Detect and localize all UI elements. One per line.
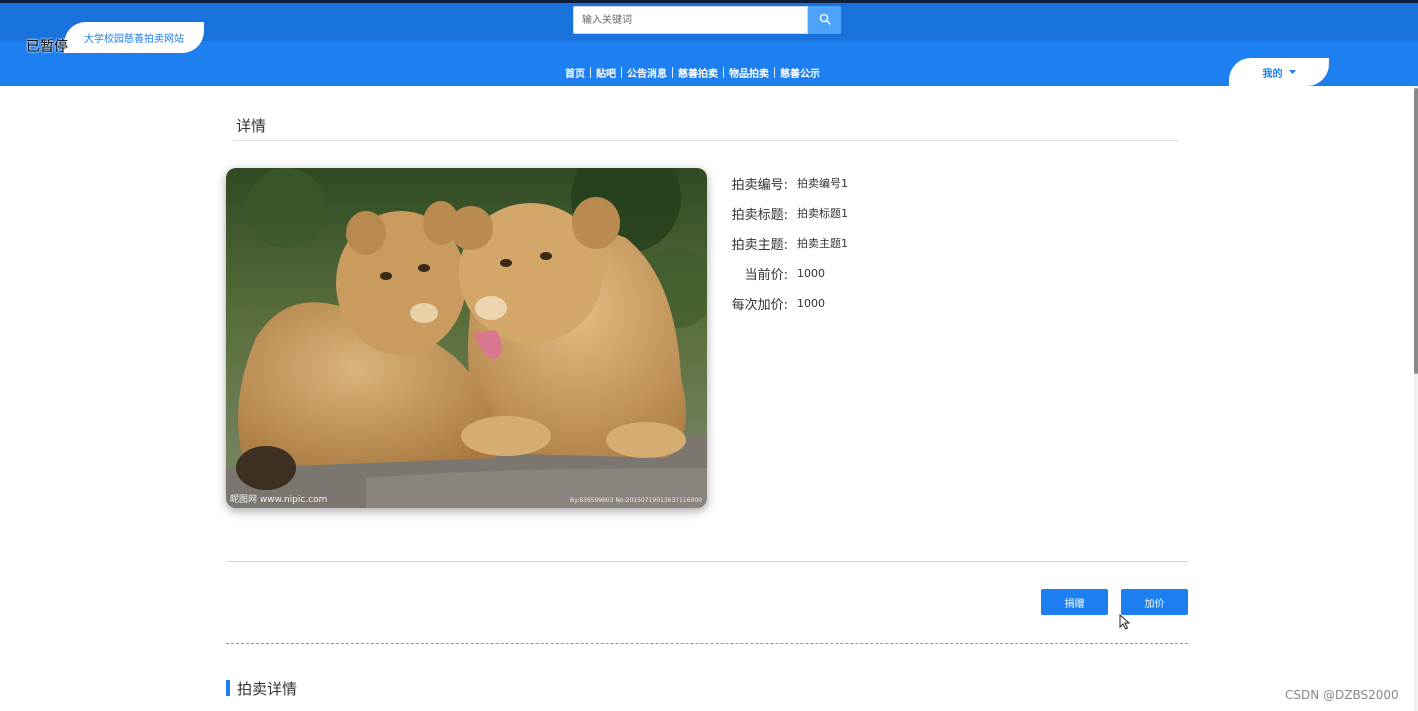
image-watermark-right: By:836599603 No:20150719013637116000 bbox=[569, 497, 702, 504]
nav-separator bbox=[590, 66, 591, 78]
paused-overlay-label: 已暂停 bbox=[26, 39, 68, 55]
info-row-auction-theme: 拍卖主题: 拍卖主题1 bbox=[720, 228, 848, 258]
auction-item-image: 昵图网 www.nipic.com By:836599603 No:201507… bbox=[226, 168, 707, 508]
section-divider bbox=[233, 140, 1179, 141]
info-value: 1000 bbox=[797, 266, 825, 280]
search-bar bbox=[573, 6, 841, 34]
page-scrollbar-thumb[interactable] bbox=[1414, 88, 1418, 374]
nav-item-forum[interactable]: 贴吧 bbox=[591, 65, 621, 80]
nav-item-announcements[interactable]: 公告消息 bbox=[622, 65, 672, 80]
site-name: 大学校园慈善拍卖网站 bbox=[84, 34, 184, 45]
subsection-title: 拍卖详情 bbox=[237, 680, 298, 698]
nav-item-item-auction[interactable]: 物品拍卖 bbox=[724, 65, 774, 80]
csdn-watermark: CSDN @DZBS2000 bbox=[1285, 688, 1399, 702]
subsection-accent-bar bbox=[226, 680, 230, 696]
site-logo[interactable]: 大学校园慈善拍卖网站 bbox=[64, 22, 204, 53]
info-value: 拍卖主题1 bbox=[797, 237, 848, 250]
main-nav: 首页 贴吧 公告消息 慈善拍卖 物品拍卖 慈善公示 bbox=[560, 64, 825, 80]
caret-down-icon bbox=[1288, 69, 1296, 74]
nav-item-home[interactable]: 首页 bbox=[560, 65, 590, 80]
mouse-cursor-icon bbox=[1119, 614, 1130, 630]
content-divider bbox=[226, 561, 1188, 562]
info-label: 拍卖编号: bbox=[731, 177, 788, 193]
info-value: 拍卖标题1 bbox=[797, 207, 848, 220]
info-row-auction-title: 拍卖标题: 拍卖标题1 bbox=[720, 198, 848, 228]
search-icon bbox=[819, 13, 831, 28]
info-row-bid-increment: 每次加价: 1000 bbox=[720, 288, 848, 318]
search-button[interactable] bbox=[808, 6, 841, 34]
info-label: 每次加价: bbox=[731, 297, 788, 313]
nav-separator bbox=[723, 66, 724, 78]
section-title: 详情 bbox=[236, 117, 267, 135]
image-watermark-left: 昵图网 www.nipic.com bbox=[230, 495, 328, 505]
user-menu-button[interactable]: 我的 bbox=[1229, 58, 1329, 86]
dashed-divider bbox=[226, 643, 1188, 644]
nav-item-charity-public[interactable]: 慈善公示 bbox=[775, 65, 825, 80]
info-label: 拍卖主题: bbox=[731, 237, 788, 253]
user-menu-label: 我的 bbox=[1262, 68, 1283, 80]
search-input[interactable] bbox=[573, 6, 808, 34]
nav-separator bbox=[774, 66, 775, 78]
raise-bid-button[interactable]: 加价 bbox=[1121, 589, 1188, 615]
nav-separator bbox=[621, 66, 622, 78]
info-value: 1000 bbox=[797, 296, 825, 310]
info-label: 当前价: bbox=[744, 267, 788, 283]
donate-button[interactable]: 捐赠 bbox=[1041, 589, 1108, 615]
info-label: 拍卖标题: bbox=[731, 207, 788, 223]
auction-info-list: 拍卖编号: 拍卖编号1 拍卖标题: 拍卖标题1 拍卖主题: 拍卖主题1 当前价:… bbox=[720, 168, 848, 318]
nav-separator bbox=[672, 66, 673, 78]
info-value: 拍卖编号1 bbox=[797, 177, 848, 190]
info-row-auction-no: 拍卖编号: 拍卖编号1 bbox=[720, 168, 848, 198]
info-row-current-price: 当前价: 1000 bbox=[720, 258, 848, 288]
nav-item-charity-auction[interactable]: 慈善拍卖 bbox=[673, 65, 723, 80]
